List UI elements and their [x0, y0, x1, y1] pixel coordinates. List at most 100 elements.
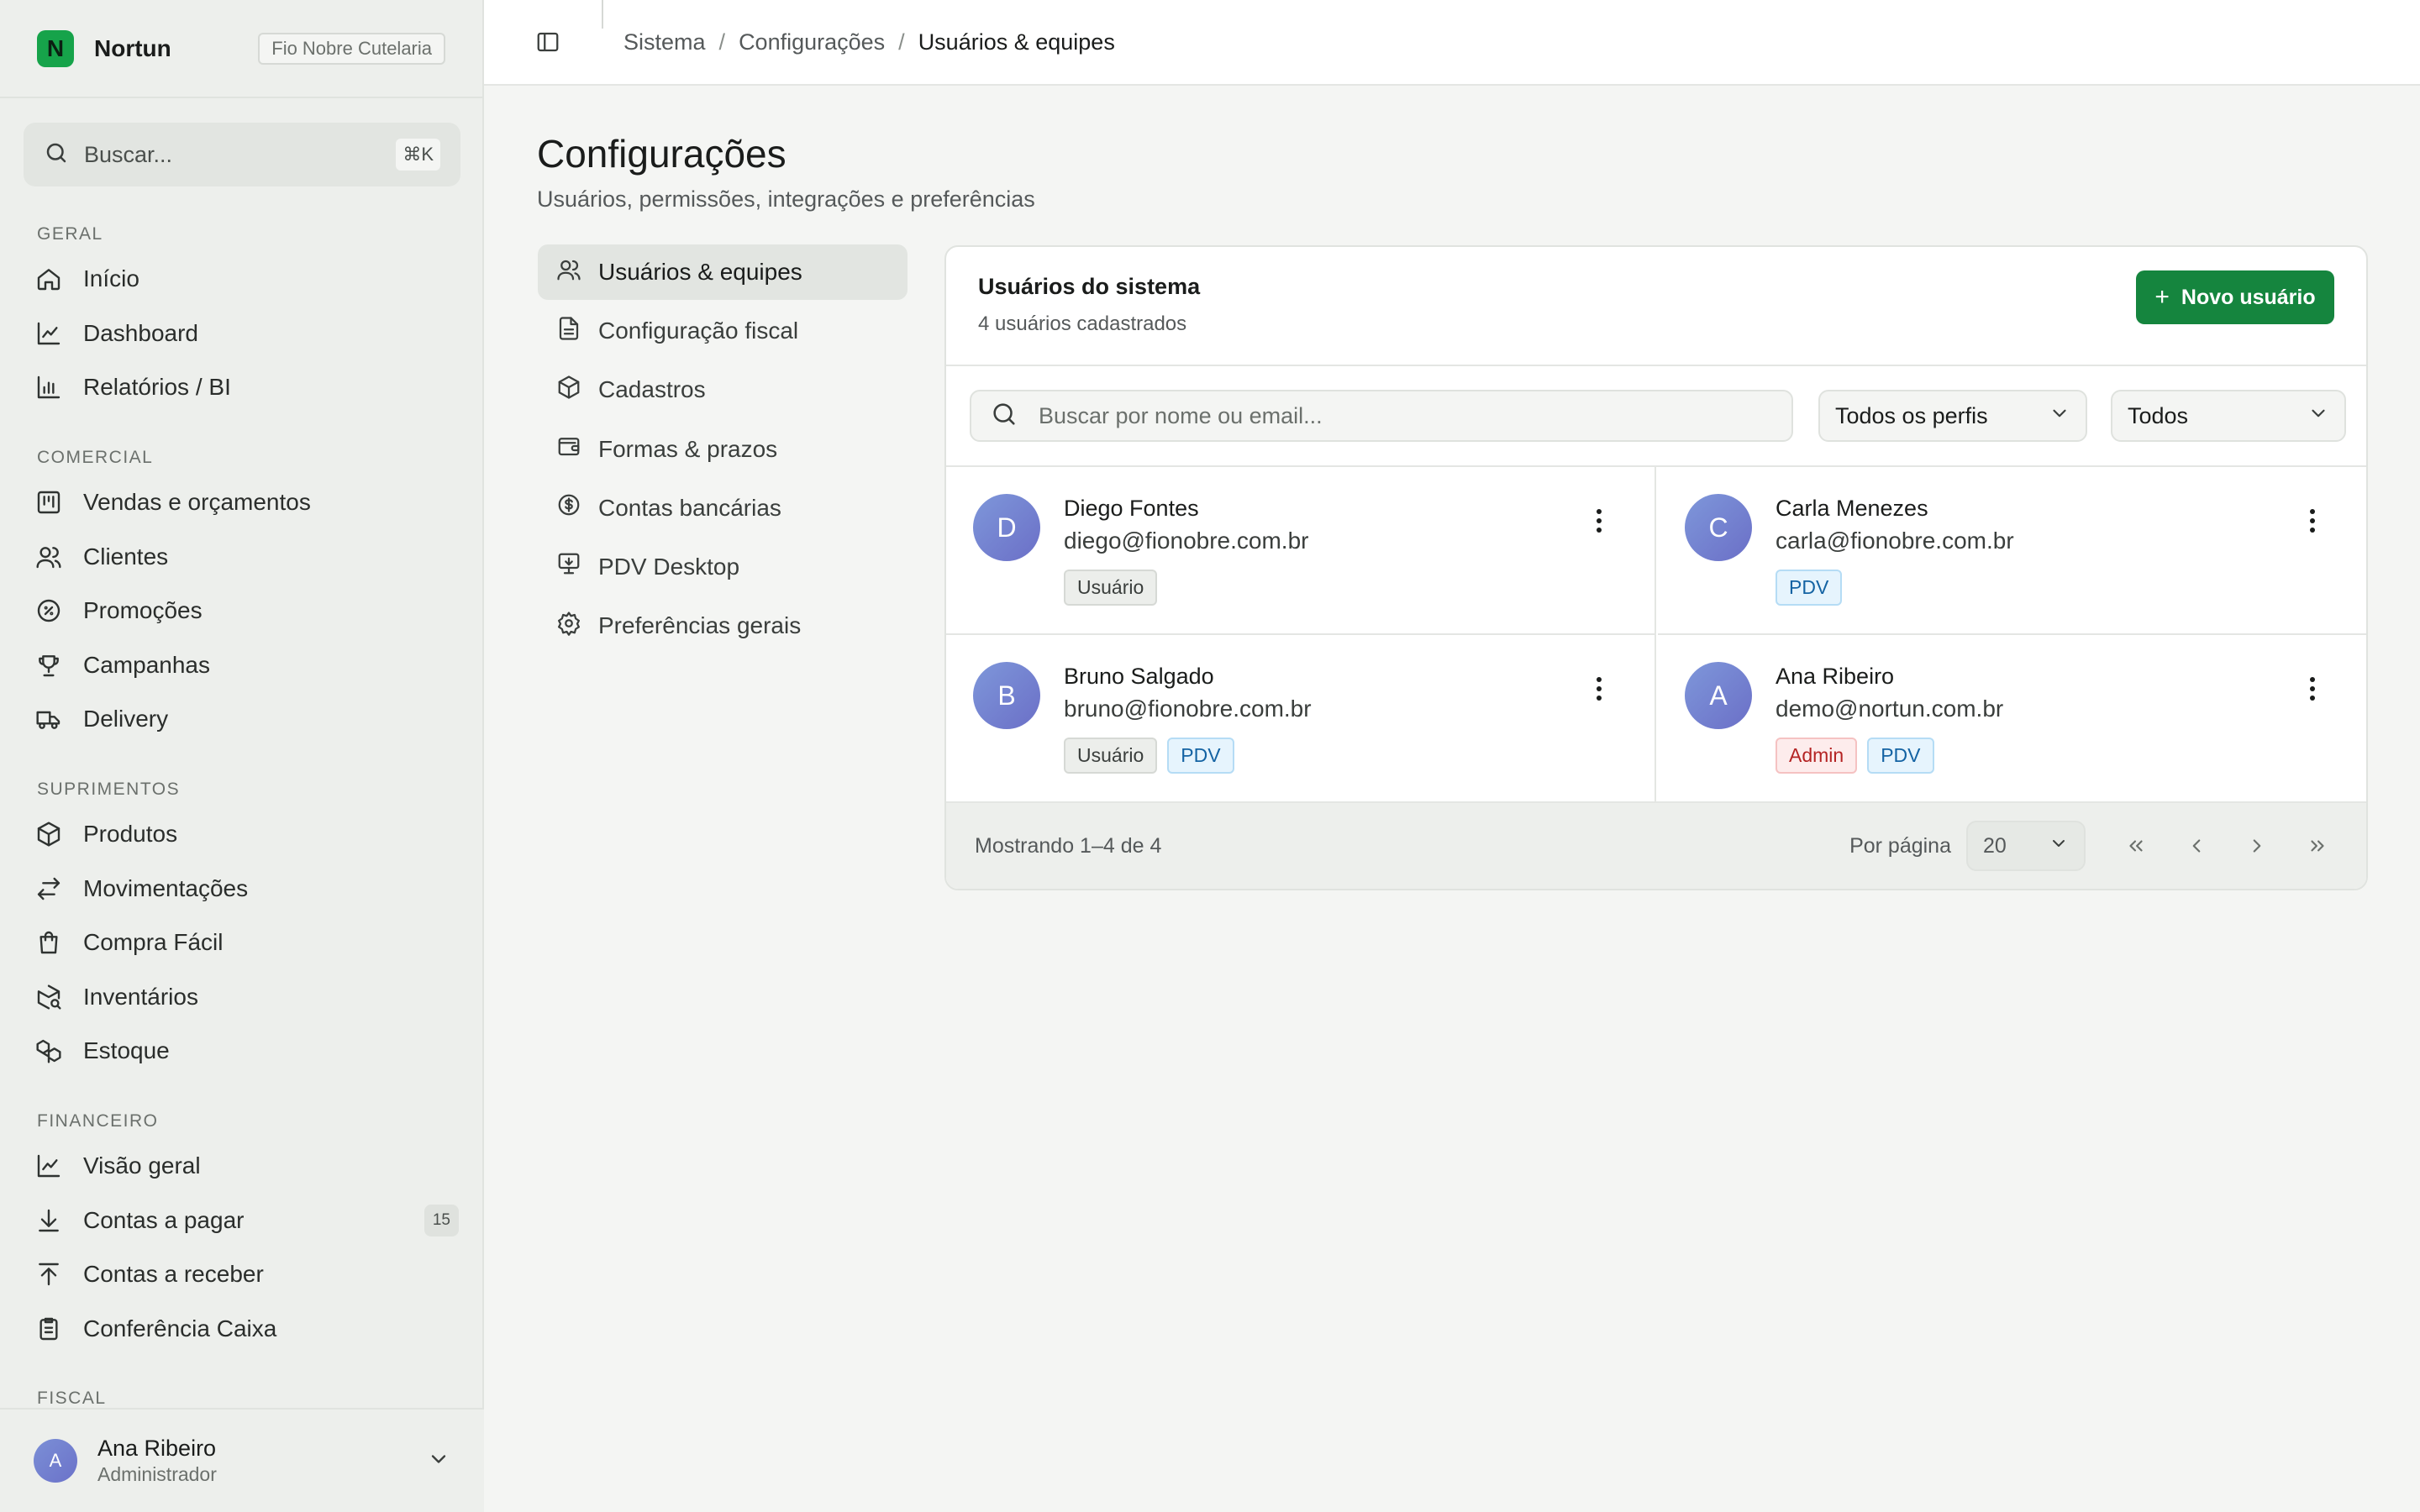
chevron-down-icon [2049, 833, 2069, 859]
sidebar-item-dashboard[interactable]: Dashboard [0, 307, 484, 361]
sidebar-item-clientes[interactable]: Clientes [0, 529, 484, 584]
wallet-icon [556, 433, 581, 465]
arrow-up-from-line-icon [34, 1259, 64, 1289]
sidebar-item-conferencia-caixa[interactable]: Conferência Caixa [0, 1302, 484, 1357]
users-panel: Usuários do sistema 4 usuários cadastrad… [944, 245, 2368, 890]
sidebar-item-label: Clientes [83, 543, 169, 570]
nav-section-title: GERAL [37, 224, 103, 244]
sidebar-search-placeholder: Buscar... [84, 141, 173, 167]
chart-line-icon [34, 318, 64, 349]
panel-subtitle: 4 usuários cadastrados [978, 312, 1187, 335]
user-card[interactable]: C Carla Menezes carla@fionobre.com.br PDV [1658, 467, 2366, 635]
user-name: Carla Menezes [1776, 496, 1928, 521]
user-menu[interactable]: A Ana Ribeiro Administrador [0, 1408, 484, 1512]
more-vertical-icon[interactable] [2302, 674, 2323, 704]
next-page-icon[interactable] [2237, 826, 2277, 866]
user-search-input[interactable]: Buscar por nome ou email... [970, 390, 1793, 442]
sidebar: N Nortun Fio Nobre Cutelaria Buscar... ⌘… [0, 0, 484, 1512]
more-vertical-icon[interactable] [1589, 674, 1609, 704]
more-vertical-icon[interactable] [2302, 506, 2323, 536]
nav-section-title: SUPRIMENTOS [37, 779, 181, 799]
sidebar-search[interactable]: Buscar... ⌘K [24, 123, 460, 186]
tenant-badge[interactable]: Fio Nobre Cutelaria [258, 32, 445, 65]
settings-tab-label: Usuários & equipes [598, 259, 802, 285]
sidebar-item-campanhas[interactable]: Campanhas [0, 638, 484, 693]
sidebar-item-estoque[interactable]: Estoque [0, 1024, 484, 1079]
page-subtitle: Usuários, permissões, integrações e pref… [537, 186, 1035, 212]
pagination-footer: Mostrando 1–4 de 4 Por página 20 [946, 801, 2366, 889]
search-icon [44, 140, 69, 170]
settings-tab-3[interactable]: Formas & prazos [538, 422, 908, 477]
sidebar-item-inicio[interactable]: Início [0, 252, 484, 307]
shopping-bag-icon [34, 927, 64, 958]
breadcrumb-sistema[interactable]: Sistema [623, 29, 706, 55]
role-tag-pdv: PDV [1167, 738, 1234, 774]
settings-tab-6[interactable]: Preferências gerais [538, 598, 908, 654]
kanban-icon [34, 487, 64, 517]
user-email: diego@fionobre.com.br [1064, 528, 1309, 554]
prev-page-icon[interactable] [2176, 826, 2217, 866]
users-icon [556, 257, 581, 288]
sidebar-item-promocoes[interactable]: Promoções [0, 584, 484, 638]
first-page-icon[interactable] [2116, 826, 2156, 866]
sidebar-item-label: Delivery [83, 706, 169, 732]
user-card[interactable]: A Ana Ribeiro demo@nortun.com.br Admin PDV [1658, 635, 2366, 803]
chart-line-icon [34, 1151, 64, 1181]
settings-tab-label: Cadastros [598, 376, 706, 403]
more-vertical-icon[interactable] [1589, 506, 1609, 536]
user-role: Administrador [97, 1463, 217, 1485]
settings-nav: Usuários & equipes Configuração fiscal Cad… [538, 244, 908, 657]
boxes-icon [34, 1036, 64, 1066]
trophy-icon [34, 650, 64, 680]
status-filter-value: Todos [2128, 402, 2189, 428]
package-search-icon [34, 982, 64, 1012]
settings-tab-5[interactable]: PDV Desktop [538, 539, 908, 595]
sidebar-item-delivery[interactable]: Delivery [0, 692, 484, 747]
home-icon [34, 264, 64, 294]
sidebar-item-label: Campanhas [83, 651, 210, 678]
new-user-button[interactable]: + Novo usuário [2136, 270, 2334, 324]
monitor-download-icon [556, 551, 581, 582]
sidebar-item-label: Relatórios / BI [83, 374, 231, 401]
sidebar-item-label: Produtos [83, 821, 178, 848]
sidebar-item-compra-facil[interactable]: Compra Fácil [0, 916, 484, 970]
role-filter-select[interactable]: Todos os perfis [1818, 390, 2087, 442]
last-page-icon[interactable] [2297, 826, 2338, 866]
percent-badge-icon [34, 596, 64, 626]
sidebar-item-label: Dashboard [83, 319, 198, 346]
sidebar-item-relatorios-bi[interactable]: Relatórios / BI [0, 360, 484, 415]
sidebar-item-label: Estoque [83, 1037, 170, 1064]
settings-tab-4[interactable]: Contas bancárias [538, 480, 908, 536]
status-filter-select[interactable]: Todos [2111, 390, 2346, 442]
sidebar-item-visao-geral[interactable]: Visão geral [0, 1139, 484, 1194]
breadcrumb-configuracoes[interactable]: Configurações [739, 29, 885, 55]
settings-tab-1[interactable]: Configuração fiscal [538, 303, 908, 359]
role-tag-user: Usuário [1064, 570, 1158, 606]
settings-tab-0[interactable]: Usuários & equipes [538, 244, 908, 300]
nav-section-title: FINANCEIRO [37, 1110, 159, 1131]
package-icon [34, 819, 64, 849]
per-page-label: Por página [1849, 833, 1951, 858]
sidebar-toggle-icon[interactable] [529, 24, 566, 60]
sidebar-item-vendas-e-orcamentos[interactable]: Vendas e orçamentos [0, 475, 484, 530]
user-card[interactable]: B Bruno Salgado bruno@fionobre.com.br Usuár… [946, 635, 1656, 803]
sidebar-item-contas-a-pagar[interactable]: Contas a pagar 15 [0, 1193, 484, 1247]
user-tags: Usuário [1064, 570, 1158, 606]
per-page-select[interactable]: 20 [1966, 821, 2086, 871]
chevron-down-icon[interactable] [427, 1447, 450, 1475]
clipboard-list-icon [34, 1314, 64, 1344]
settings-tab-label: Configuração fiscal [598, 318, 799, 344]
settings-tab-label: PDV Desktop [598, 553, 740, 580]
role-tag-pdv: PDV [1867, 738, 1934, 774]
sidebar-item-label: Início [83, 265, 139, 292]
user-name: Bruno Salgado [1064, 664, 1214, 689]
settings-tab-2[interactable]: Cadastros [538, 362, 908, 417]
sidebar-item-movimentacoes[interactable]: Movimentações [0, 861, 484, 916]
sidebar-item-inventarios[interactable]: Inventários [0, 970, 484, 1025]
user-card[interactable]: D Diego Fontes diego@fionobre.com.br Usuári… [946, 467, 1656, 635]
sidebar-item-contas-a-receber[interactable]: Contas a receber [0, 1247, 484, 1302]
role-tag-admin: Admin [1776, 738, 1858, 774]
brand-logo[interactable]: N [37, 29, 74, 67]
pagination-info: Mostrando 1–4 de 4 [975, 833, 1162, 858]
sidebar-item-produtos[interactable]: Produtos [0, 807, 484, 862]
